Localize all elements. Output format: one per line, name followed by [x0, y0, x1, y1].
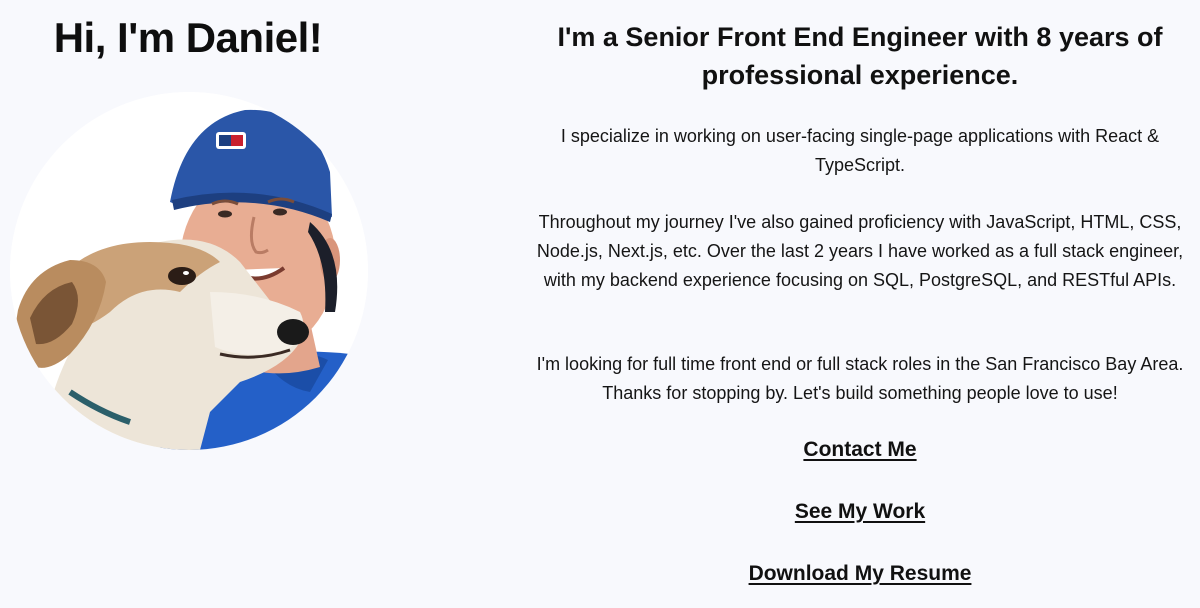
- profile-photo: [10, 92, 368, 450]
- see-my-work-link[interactable]: See My Work: [795, 500, 925, 523]
- download-resume-link[interactable]: Download My Resume: [749, 562, 972, 585]
- headline: I'm a Senior Front End Engineer with 8 y…: [557, 22, 1163, 90]
- bio-paragraph-looking: I'm looking for full time front end or f…: [536, 354, 1184, 403]
- contact-link-wrapper: Contact Me: [520, 438, 1200, 462]
- bio-paragraph-specialty: I specialize in working on user-facing s…: [560, 126, 1160, 175]
- bio-paragraph-skills: Throughout my journey I've also gained p…: [536, 212, 1184, 290]
- intro-panel: Hi, I'm Daniel!: [0, 0, 380, 608]
- greeting-heading: Hi, I'm Daniel!: [53, 14, 323, 61]
- profile-photo-illustration: [10, 92, 368, 450]
- about-panel: I'm a Senior Front End Engineer with 8 y…: [520, 0, 1200, 608]
- work-link-wrapper: See My Work: [520, 500, 1200, 524]
- contact-me-link[interactable]: Contact Me: [803, 438, 916, 461]
- resume-link-wrapper: Download My Resume: [520, 562, 1200, 586]
